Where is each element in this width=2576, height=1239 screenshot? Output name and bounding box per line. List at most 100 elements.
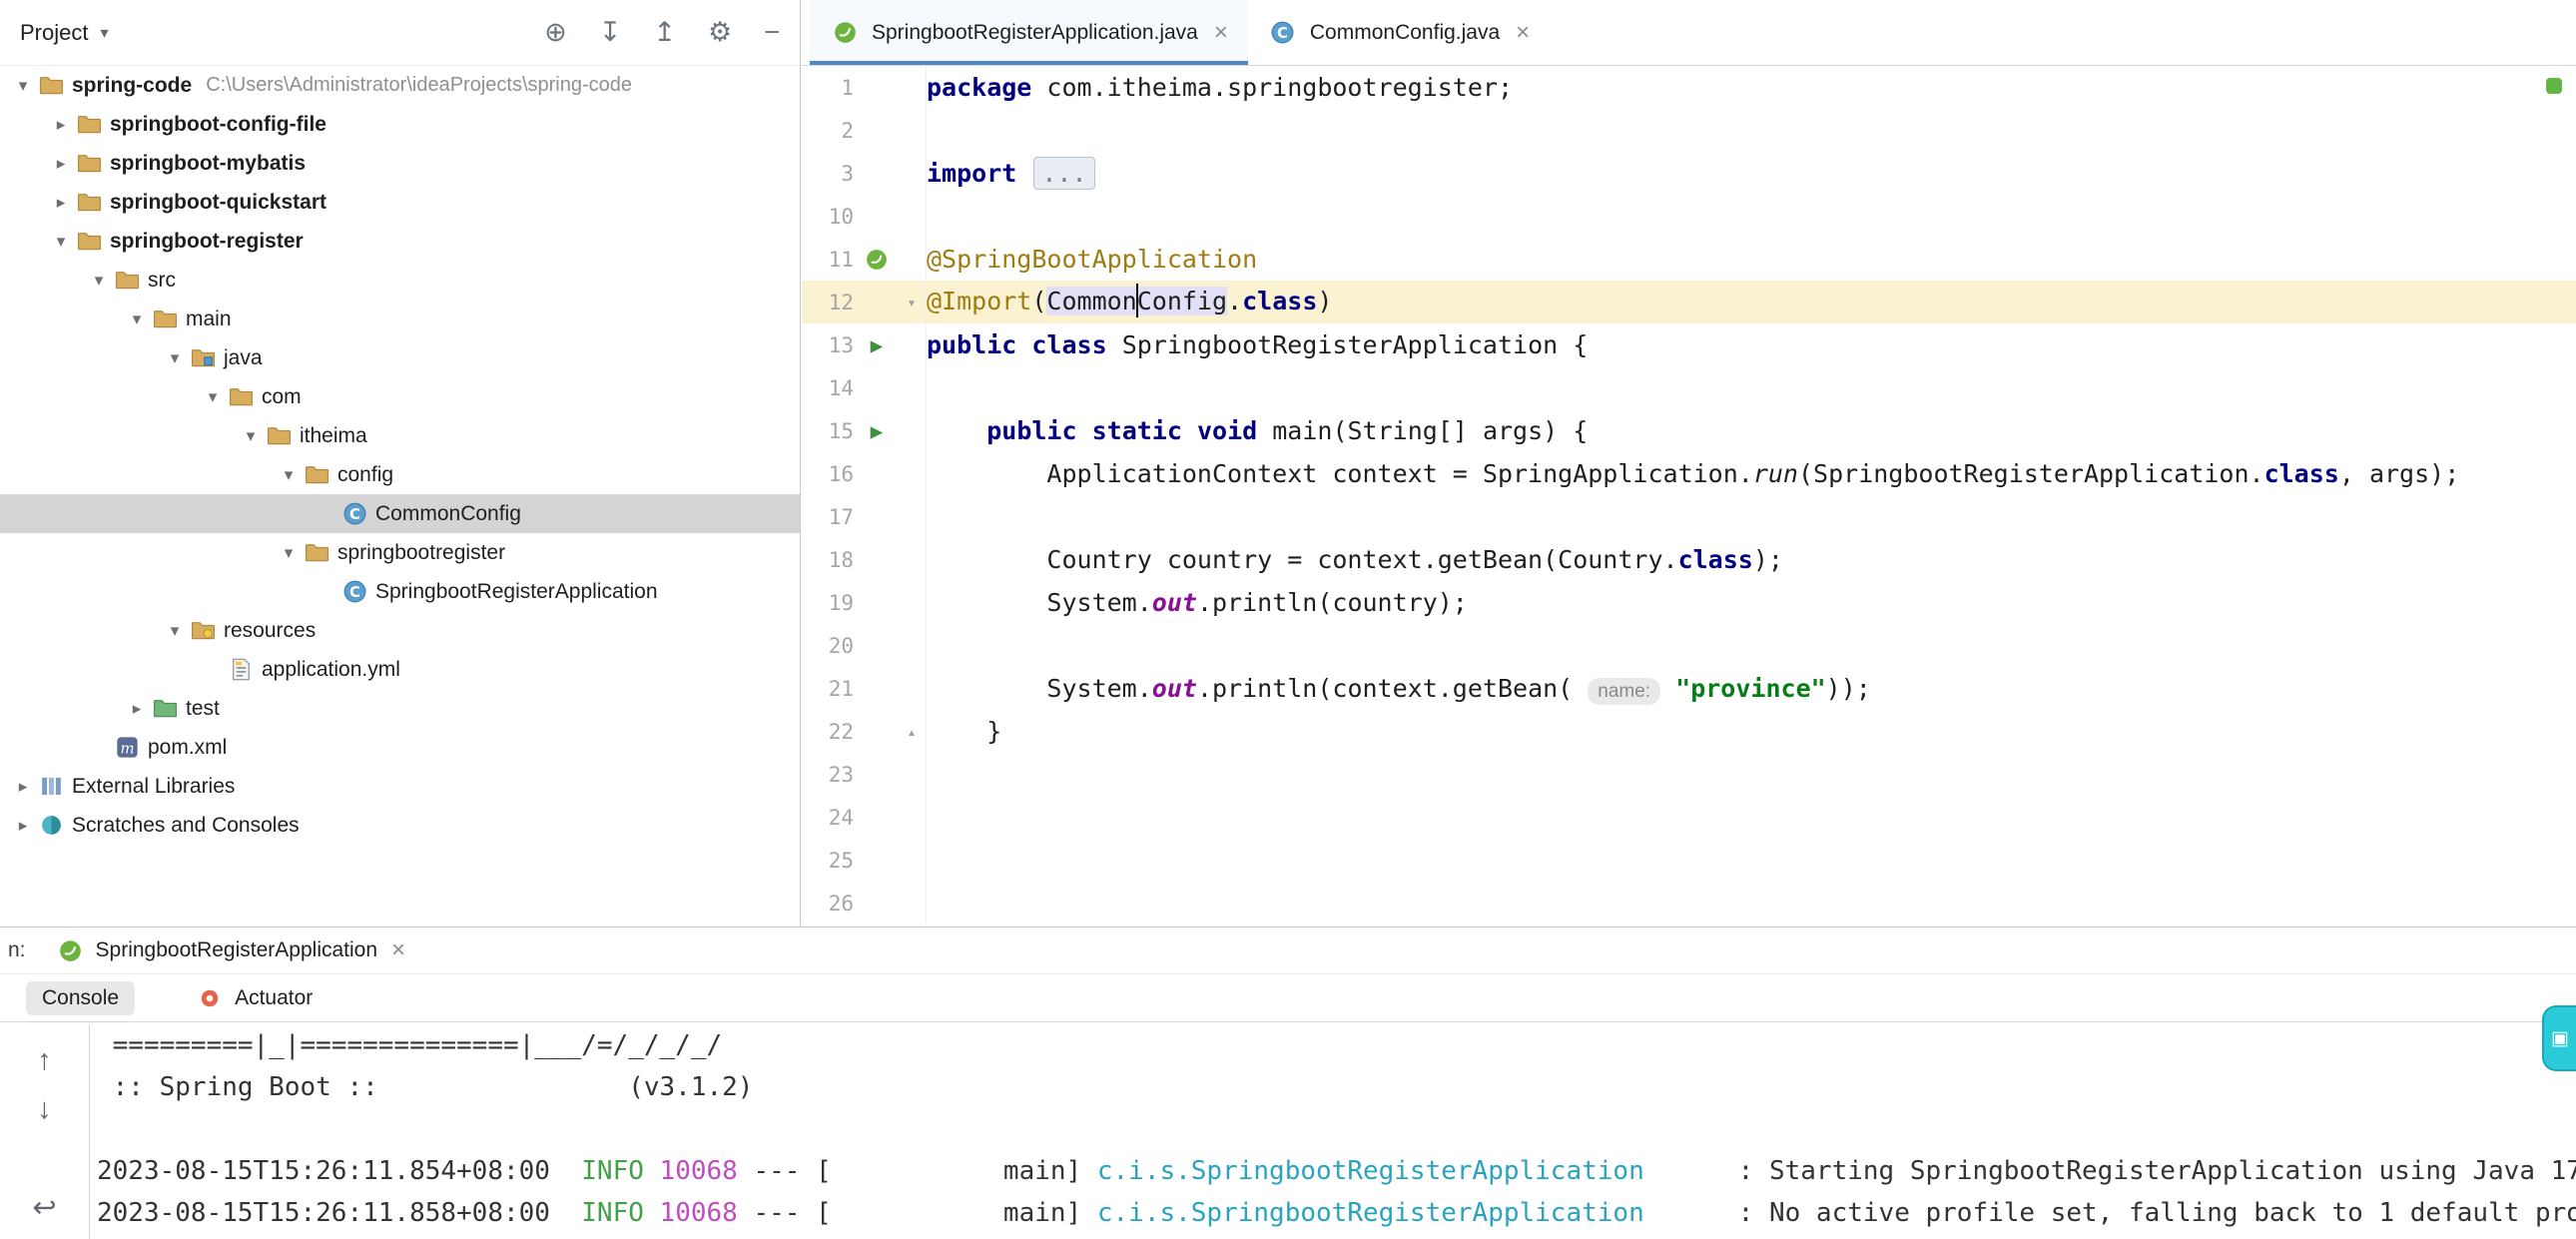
editor-tab-springbootregisterapplication-java[interactable]: SpringbootRegisterApplication.java× (810, 0, 1248, 65)
project-toolbar: ⊕ ↧ ↥ ⚙ − (544, 17, 780, 48)
tree-item-springboot-config-file[interactable]: ▸springboot-config-file (0, 105, 800, 144)
code-token: Config (1137, 287, 1227, 315)
code-line-2[interactable]: 2 (802, 109, 2576, 152)
expand-all-icon[interactable]: ↧ (599, 17, 622, 48)
tree-item-scratches-and-consoles[interactable]: ▸Scratches and Consoles (0, 806, 800, 845)
gutter: 1 (802, 66, 927, 109)
collapse-all-icon[interactable]: ↥ (653, 17, 676, 48)
tree-item-com[interactable]: ▾com (0, 377, 800, 416)
folder-icon (74, 190, 104, 216)
tree-item-config[interactable]: ▾config (0, 455, 800, 494)
soft-wrap-icon[interactable]: ↩ (32, 1190, 56, 1225)
code-line-24[interactable]: 24 (802, 796, 2576, 839)
tree-item-main[interactable]: ▾main (0, 300, 800, 338)
code-line-22[interactable]: 22▴ } (802, 710, 2576, 753)
folded-imports[interactable]: ... (1033, 157, 1094, 190)
tree-item-springboot-mybatis[interactable]: ▸springboot-mybatis (0, 144, 800, 183)
tree-item-resources[interactable]: ▾resources (0, 611, 800, 650)
code-line-23[interactable]: 23 (802, 753, 2576, 796)
run-line-icon[interactable]: ▶ (854, 333, 900, 357)
tree-item-itheima[interactable]: ▾itheima (0, 416, 800, 455)
code-line-11[interactable]: 11@SpringBootApplication (802, 238, 2576, 281)
tab-console[interactable]: Console (26, 981, 135, 1015)
tree-item-src[interactable]: ▾src (0, 261, 800, 300)
tree-item-springbootregister[interactable]: ▾springbootregister (0, 533, 800, 572)
code-line-12[interactable]: 12▾@Import(CommonConfig.class) (802, 281, 2576, 323)
fold-marker-icon[interactable]: ▴ (900, 723, 924, 741)
code-token: package (927, 73, 1031, 102)
code-line-18[interactable]: 18 Country country = context.getBean(Cou… (802, 538, 2576, 581)
tree-item-external-libraries[interactable]: ▸External Libraries (0, 767, 800, 806)
chevron-closed-icon[interactable]: ▸ (48, 115, 74, 135)
close-icon[interactable]: × (1516, 19, 1530, 47)
tree-item-application-yml[interactable]: application.yml (0, 650, 800, 689)
code-line-13[interactable]: 13▶public class SpringbootRegisterApplic… (802, 323, 2576, 366)
project-view-dropdown[interactable]: Project ▾ (20, 20, 109, 46)
code-line-25[interactable]: 25 (802, 839, 2576, 882)
code-token: @SpringBootApplication (927, 245, 1257, 274)
spring-boot-icon (56, 937, 86, 963)
chevron-closed-icon[interactable]: ▸ (48, 193, 74, 213)
chevron-open-icon[interactable]: ▾ (162, 621, 188, 641)
chevron-closed-icon[interactable]: ▸ (10, 816, 36, 836)
tree-item-java[interactable]: ▾java (0, 338, 800, 377)
console-line: 2023-08-15T15:26:11.854+08:00 INFO 10068… (97, 1150, 2576, 1192)
scroll-to-bottom-icon[interactable]: ↓ (37, 1093, 52, 1126)
scroll-to-top-icon[interactable]: ↑ (37, 1044, 52, 1077)
chevron-closed-icon[interactable]: ▸ (124, 699, 150, 719)
tree-item-test[interactable]: ▸test (0, 689, 800, 728)
spring-bean-gutter-icon[interactable] (854, 247, 900, 273)
code-editor[interactable]: 1package com.itheima.springbootregister;… (802, 66, 2576, 926)
line-number: 12 (802, 291, 854, 314)
fold-marker-icon[interactable]: ▾ (900, 294, 924, 311)
run-line-icon[interactable]: ▶ (854, 419, 900, 443)
tree-item-springboot-register[interactable]: ▾springboot-register (0, 222, 800, 261)
tree-item-pom-xml[interactable]: mpom.xml (0, 728, 800, 767)
code-line-10[interactable]: 10 (802, 195, 2576, 238)
code-text: System.out.println(context.getBean( name… (927, 674, 1871, 703)
editor-tab-commonconfig-java[interactable]: CCommonConfig.java× (1248, 0, 1550, 65)
chevron-open-icon[interactable]: ▾ (10, 76, 36, 96)
chevron-open-icon[interactable]: ▾ (124, 310, 150, 329)
chevron-closed-icon[interactable]: ▸ (10, 777, 36, 797)
folder-icon (112, 268, 142, 294)
gutter: 22▴ (802, 710, 927, 753)
tree-item-commonconfig[interactable]: CCommonConfig (0, 494, 800, 533)
hide-icon[interactable]: − (764, 17, 780, 48)
code-token: class (1678, 545, 1753, 574)
chevron-open-icon[interactable]: ▾ (238, 426, 264, 446)
chevron-open-icon[interactable]: ▾ (162, 348, 188, 368)
code-line-17[interactable]: 17 (802, 495, 2576, 538)
code-line-19[interactable]: 19 System.out.println(country); (802, 581, 2576, 624)
screen-overlay-button[interactable]: ▣ (2542, 1005, 2576, 1071)
close-icon[interactable]: × (391, 936, 405, 964)
chevron-open-icon[interactable]: ▾ (86, 271, 112, 291)
locate-file-icon[interactable]: ⊕ (544, 17, 567, 48)
code-line-1[interactable]: 1package com.itheima.springbootregister; (802, 66, 2576, 109)
gutter: 16 (802, 452, 927, 495)
inspections-status-icon[interactable] (2546, 78, 2562, 94)
tree-item-label: pom.xml (148, 736, 227, 760)
chevron-closed-icon[interactable]: ▸ (48, 154, 74, 174)
code-token (1182, 416, 1197, 445)
chevron-open-icon[interactable]: ▾ (276, 543, 302, 563)
tree-item-springbootregisterapplication[interactable]: CSpringbootRegisterApplication (0, 572, 800, 611)
chevron-down-icon: ▾ (100, 23, 108, 43)
code-line-15[interactable]: 15▶ public static void main(String[] arg… (802, 409, 2576, 452)
run-configuration-tab[interactable]: SpringbootRegisterApplication× (56, 936, 406, 964)
chevron-open-icon[interactable]: ▾ (48, 232, 74, 252)
code-line-16[interactable]: 16 ApplicationContext context = SpringAp… (802, 452, 2576, 495)
tab-actuator[interactable]: Actuator (179, 980, 328, 1016)
chevron-open-icon[interactable]: ▾ (276, 465, 302, 485)
settings-icon[interactable]: ⚙ (708, 17, 732, 48)
chevron-open-icon[interactable]: ▾ (200, 387, 226, 407)
code-line-26[interactable]: 26 (802, 882, 2576, 925)
tree-item-springboot-quickstart[interactable]: ▸springboot-quickstart (0, 183, 800, 222)
code-token: )); (1826, 674, 1871, 703)
code-line-14[interactable]: 14 (802, 366, 2576, 409)
code-line-21[interactable]: 21 System.out.println(context.getBean( n… (802, 667, 2576, 710)
close-icon[interactable]: × (1214, 19, 1228, 47)
code-line-3[interactable]: 3import ... (802, 152, 2576, 195)
code-line-20[interactable]: 20 (802, 624, 2576, 667)
tree-item-spring-code[interactable]: ▾spring-codeC:\Users\Administrator\ideaP… (0, 66, 800, 105)
